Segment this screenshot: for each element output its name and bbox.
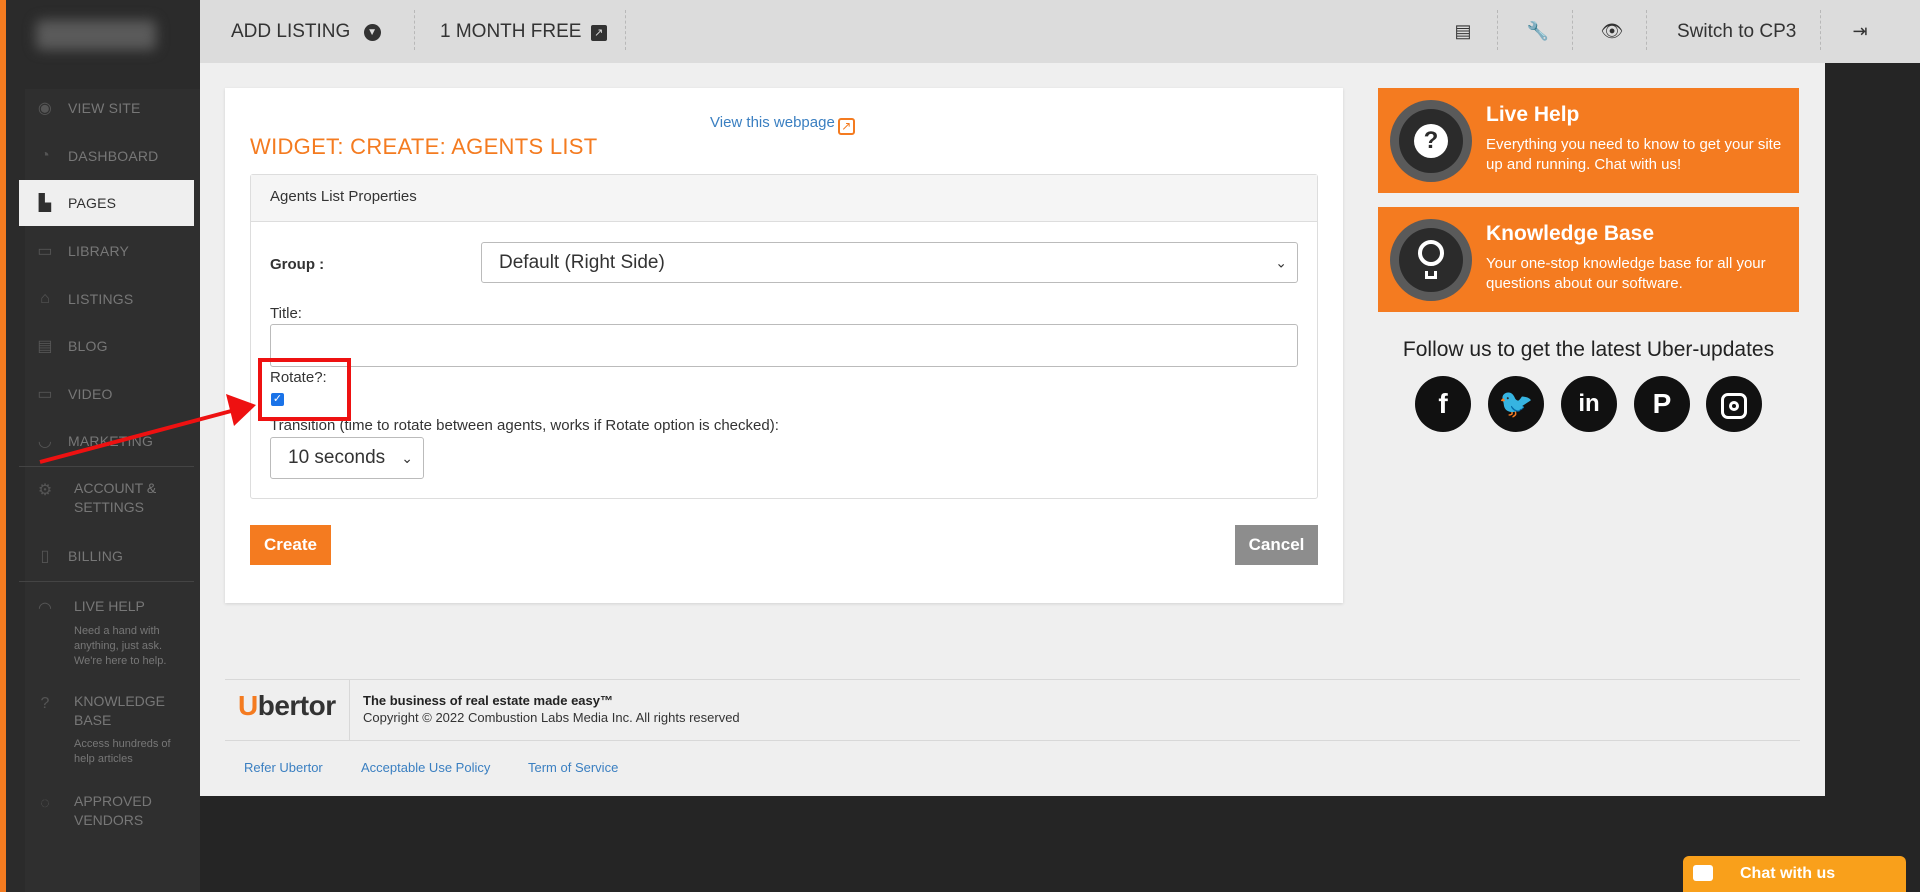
- chat-bubble-icon: [1693, 865, 1713, 881]
- annotation-arrow: [39, 394, 256, 464]
- chat-widget-button[interactable]: Chat with us: [1683, 856, 1906, 892]
- chat-label: Chat with us: [1740, 865, 1836, 882]
